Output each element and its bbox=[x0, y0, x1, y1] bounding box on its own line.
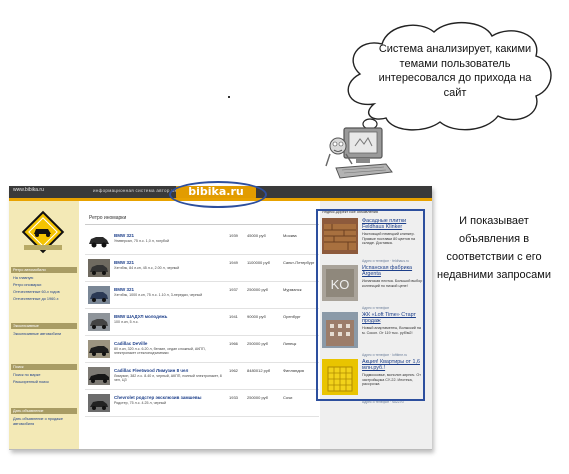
listing-description: Лимузин, 382 л.с. 8.40 л, черный, АКПП, … bbox=[114, 374, 222, 383]
listing-description: Универсал, 75 л.с. 1,0 л, голубой bbox=[114, 239, 169, 243]
listing-row[interactable]: BMW ШАДУЛ молодежь 100 л.кн, 5 л.с. 1941… bbox=[85, 310, 319, 336]
listing-price: 250000 руб bbox=[247, 341, 268, 346]
divider bbox=[85, 224, 319, 225]
listing-row[interactable]: Chevrolet родстер эксклюзив замшевы Родс… bbox=[85, 391, 319, 417]
site-sidebar: Ретро автомобили На главную Ретро иномар… bbox=[9, 201, 79, 449]
listing-city: Москва bbox=[283, 233, 297, 238]
listing-title[interactable]: Cadillac DeVille bbox=[114, 341, 147, 346]
listing-description: 80 л.кн, 320 л.с. 6.20 л, бензин, седан … bbox=[114, 347, 206, 356]
listing-year: 1962 bbox=[229, 368, 238, 373]
sidebar-heading: Поиск bbox=[11, 364, 77, 370]
sidebar-link[interactable]: Отечественные до 1960-х bbox=[13, 297, 59, 301]
sidebar-link[interactable]: Поиск по марке bbox=[13, 373, 40, 377]
listing-price: 90000 руб bbox=[247, 314, 266, 319]
listing-title[interactable]: BMW 321 bbox=[114, 287, 134, 292]
listing-year: 1937 bbox=[229, 287, 238, 292]
listing-title[interactable]: BMW 321 bbox=[114, 260, 134, 265]
car-thumbnail[interactable] bbox=[88, 232, 110, 250]
listing-price: 1100000 руб bbox=[247, 260, 270, 265]
listing-description: Хэтчбэк, 84 л.кн, 45 л.с, 2.00 л, черный bbox=[114, 266, 180, 270]
cloud-text: Система анализирует, какими темами польз… bbox=[378, 43, 532, 99]
car-thumbnail[interactable] bbox=[88, 313, 110, 331]
listing-row[interactable]: BMW 321 Хэтчбэк, 84 л.кн, 45 л.с, 2.00 л… bbox=[85, 256, 319, 282]
listing-year: 1941 bbox=[229, 314, 238, 319]
sidebar-link[interactable]: Ретро иномарки bbox=[13, 283, 41, 287]
listing-description: 100 л.кн, 5 л.с. bbox=[114, 320, 139, 324]
side-note: И показывает объявления в соответствии с… bbox=[437, 215, 551, 281]
sidebar-link[interactable]: Расширенный поиск bbox=[13, 380, 49, 384]
stray-dot bbox=[228, 96, 230, 98]
listing-title[interactable]: Chevrolet родстер эксклюзив замшевы bbox=[114, 395, 202, 400]
listing-city: Сочи bbox=[283, 395, 293, 400]
car-thumbnail[interactable] bbox=[88, 259, 110, 277]
sidebar-link[interactable]: На главную bbox=[13, 276, 33, 280]
listing-year: 1933 bbox=[229, 395, 238, 400]
listing-title[interactable]: Cadillac Fleetwood Лимузин 8 чел bbox=[114, 368, 188, 373]
listing-year: 1949 bbox=[229, 260, 238, 265]
listing-city: Липецк bbox=[283, 341, 297, 346]
listing-title[interactable]: BMW ШАДУЛ молодежь bbox=[114, 314, 167, 319]
listing-year: 1966 bbox=[229, 341, 238, 346]
listing-row[interactable]: BMW 321 Универсал, 75 л.с. 1,0 л, голубо… bbox=[85, 229, 319, 255]
road-sign-logo bbox=[20, 209, 66, 255]
listing-year: 1939 bbox=[229, 233, 238, 238]
car-thumbnail[interactable] bbox=[88, 340, 110, 358]
listings-panel: Ретро иномарки BMW 321 Универсал, 75 л.с… bbox=[85, 201, 319, 449]
listing-price: 250000 руб bbox=[247, 395, 268, 400]
listing-title[interactable]: BMW 321 bbox=[114, 233, 134, 238]
listing-row[interactable]: Cadillac DeVille 80 л.кн, 320 л.с. 6.20 … bbox=[85, 337, 319, 363]
ads-highlight-box bbox=[316, 209, 425, 401]
listing-description: Родстер, 75 л.с. 4.25 л, черный bbox=[114, 401, 167, 405]
listing-city: Санкт-Петербург bbox=[283, 260, 315, 265]
computer-icon bbox=[322, 124, 396, 180]
listing-city: Оренбург bbox=[283, 314, 301, 319]
thought-cloud: Система анализирует, какими темами польз… bbox=[336, 18, 558, 136]
listing-price: 45000 руб bbox=[247, 233, 266, 238]
listing-row[interactable]: BMW 321 Хэтчбэк, 1000 л.кн, 75 л.с. 1.10… bbox=[85, 283, 319, 309]
sidebar-link[interactable]: Эксклюзивные автомобили bbox=[13, 332, 61, 336]
listing-city: Финляндия bbox=[283, 368, 304, 373]
sidebar-heading: Ретро автомобили bbox=[11, 267, 77, 273]
sidebar-link[interactable]: Отечественные 60-х годов bbox=[13, 290, 60, 294]
listing-row[interactable]: Cadillac Fleetwood Лимузин 8 чел Лимузин… bbox=[85, 364, 319, 390]
sidebar-link[interactable]: Дать объявление о продаже автомобиля bbox=[13, 417, 75, 426]
car-thumbnail[interactable] bbox=[88, 367, 110, 385]
listing-description: Хэтчбэк, 1000 л.кн, 75 л.с. 1.10 л, 3-пе… bbox=[114, 293, 203, 297]
content-title: Ретро иномарки bbox=[89, 215, 127, 221]
sidebar-heading: Эксклюзивные bbox=[11, 323, 77, 329]
car-thumbnail[interactable] bbox=[88, 394, 110, 412]
listing-city: Мурманск bbox=[283, 287, 302, 292]
logo-highlight-ring bbox=[169, 181, 267, 208]
car-thumbnail[interactable] bbox=[88, 286, 110, 304]
sidebar-heading: Дать объявление bbox=[11, 408, 77, 414]
listing-price: 250000 руб bbox=[247, 287, 268, 292]
listing-price: 8480012 руб bbox=[247, 368, 271, 373]
site-url: www.bibika.ru bbox=[13, 187, 44, 193]
